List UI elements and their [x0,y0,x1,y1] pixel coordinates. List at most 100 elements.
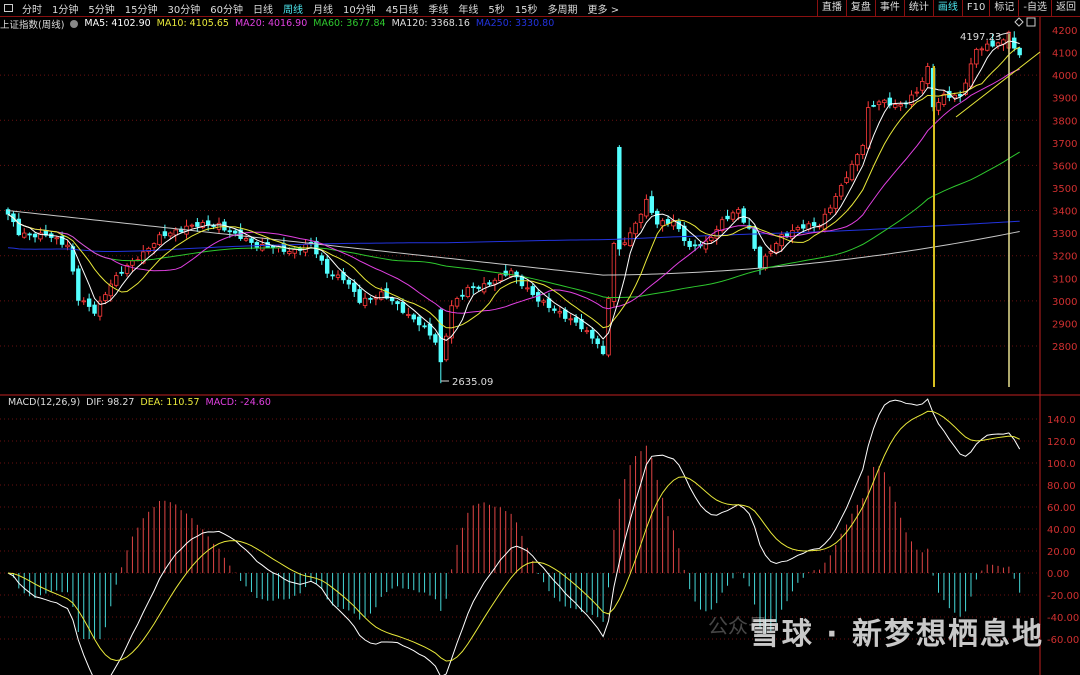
candle-up [838,185,844,197]
candle-down [346,279,352,285]
period-tab[interactable]: 5秒 [483,1,509,16]
candle-down [233,230,238,234]
candle-down [757,246,763,269]
price-tick-label: 3000 [1052,297,1077,308]
dea-value: DEA: 110.57 [140,397,200,408]
candle-up [114,275,119,286]
tool-button[interactable]: 事件 [874,0,904,16]
price-tick-label: 3300 [1052,229,1077,240]
panel-toggle-icon[interactable] [4,4,13,12]
candle-up [508,270,514,277]
candle-up [492,279,498,285]
candle-up [974,48,979,65]
tool-button[interactable]: 标记 [989,0,1018,16]
macd-tick-label: 140.0 [1047,415,1076,426]
period-tab[interactable]: 5分钟 [83,1,119,16]
candle-down [211,225,216,227]
price-tick-label: 3100 [1052,274,1077,285]
candle-up [173,229,178,236]
candle-down [76,268,81,301]
macd-tick-label: -20.00 [1047,591,1079,602]
settings-icon[interactable] [70,19,79,28]
candle-up [568,318,573,321]
price-tick-label: 4200 [1052,26,1077,37]
period-tab[interactable]: 多周期 [543,1,583,16]
tool-button[interactable]: -自选 [1018,0,1051,16]
candle-down [195,222,200,227]
period-tab[interactable]: 60分钟 [205,1,248,16]
period-tabs: 分时 1分钟 5分钟 15分钟 30分钟 60分钟 日线 周线 月线 10分钟 45日线 季线 年线 5秒… [17,1,624,16]
candle-down [552,308,557,311]
candle-down [600,345,606,355]
candle-up [633,222,638,235]
ma10-value: MA10: 4105.65 [156,18,229,29]
candle-up [541,300,546,303]
candle-down [92,304,97,314]
period-tab[interactable]: 15秒 [510,1,543,16]
period-tab[interactable]: 分时 [17,1,47,16]
period-tab[interactable]: 45日线 [381,1,424,16]
candle-down [27,233,32,236]
price-tick-label: 4100 [1052,49,1077,60]
period-tab[interactable]: 15分钟 [120,1,163,16]
candle-up [22,232,27,238]
period-tab[interactable]: 30分钟 [162,1,205,16]
candle-up [292,249,297,254]
period-tab[interactable]: 1分钟 [47,1,83,16]
tool-button[interactable]: 统计 [903,0,933,16]
candle-up [925,66,930,85]
candle-up [146,247,151,253]
candle-down [368,297,373,300]
macd-tick-label: 120.0 [1047,437,1076,448]
period-tab[interactable]: 周线 [278,1,308,16]
period-tab[interactable]: 月线 [308,1,338,16]
candle-down [752,227,757,249]
tool-button[interactable]: 复盘 [845,0,875,16]
candle-up [189,224,195,227]
candle-up [157,234,162,245]
chart-canvas[interactable]: 4200 4100 4000 3900 3800 3700 3600 3500 3400 3300… [0,0,1080,675]
macd-tick-label: -60.00 [1047,635,1079,646]
price-tick-label: 3400 [1052,207,1077,218]
tool-button[interactable]: 返回 [1051,0,1080,16]
tool-button[interactable]: 画线 [932,0,962,16]
candle-up [103,294,108,301]
candle-up [168,232,173,237]
tool-button[interactable]: 直播 [816,0,846,16]
candle-down [692,244,698,247]
candle-up [243,238,249,241]
tool-buttons: 直播 复盘 事件 统计 画线 F10 标记 -自选 返回 [816,0,1080,16]
candle-down [530,286,535,295]
candle-down [573,317,579,323]
candle-down [324,258,330,274]
candle-down [319,255,324,261]
price-tick-label: 2900 [1052,319,1077,330]
candle-up [406,314,411,316]
period-tab[interactable]: 年线 [453,1,483,16]
price-tick-label: 3900 [1052,94,1077,105]
candle-down [725,215,730,220]
candle-up [525,287,530,290]
period-tab[interactable]: 更多 > [583,1,625,16]
candle-up [287,251,292,254]
price-tick-label: 3200 [1052,252,1077,263]
candle-up [768,251,774,254]
candle-up [719,219,725,232]
tool-button[interactable]: F10 [961,0,989,16]
candle-up [449,305,454,339]
ma250-value: MA250: 3330.80 [475,18,555,29]
candle-down [617,146,622,250]
candle-up [638,213,644,223]
period-tab[interactable]: 日线 [248,1,278,16]
candle-up [860,145,865,155]
candle-up [644,198,649,217]
candle-down [352,282,357,292]
period-tab[interactable]: 季线 [423,1,453,16]
candle-up [844,177,849,183]
ma20-value: MA20: 4016.90 [234,18,308,29]
candle-down [487,282,492,285]
candle-up [795,227,801,231]
trend-line [955,51,1041,118]
period-tab[interactable]: 10分钟 [338,1,381,16]
candle-down [395,301,400,305]
